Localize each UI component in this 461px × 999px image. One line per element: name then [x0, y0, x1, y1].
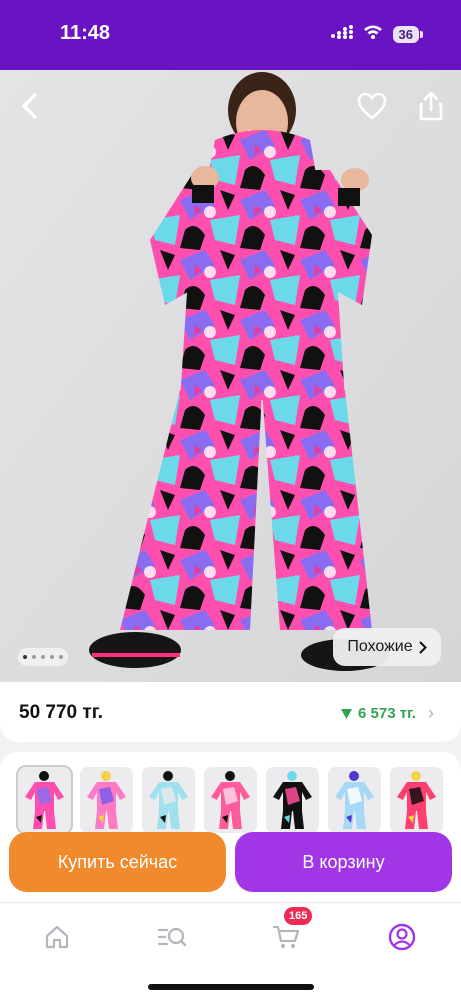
heart-icon — [357, 92, 387, 120]
favorite-button[interactable] — [352, 86, 392, 126]
variant-thumbnail[interactable] — [204, 767, 257, 833]
gallery-pagination — [18, 648, 68, 666]
wifi-icon — [363, 24, 383, 44]
similar-button[interactable]: Похожие — [333, 628, 441, 666]
profile-icon — [388, 923, 416, 951]
variant-thumbnail[interactable] — [266, 767, 319, 833]
product-gallery[interactable]: Похожие — [0, 70, 461, 682]
similar-label: Похожие — [347, 638, 413, 655]
buy-now-button[interactable]: Купить сейчас — [9, 832, 226, 892]
cart-badge: 165 — [284, 907, 313, 925]
search-catalog-icon — [157, 927, 187, 947]
pagination-dot — [59, 655, 63, 659]
tab-home[interactable] — [37, 917, 77, 957]
add-to-cart-button[interactable]: В корзину — [235, 832, 452, 892]
status-time: 11:48 — [60, 22, 111, 44]
status-icons: 36 — [330, 24, 423, 44]
tab-catalog[interactable] — [152, 917, 192, 957]
home-indicator — [148, 984, 314, 990]
discount-amount: 6 573 тг. — [358, 705, 416, 722]
triangle-down-icon — [341, 708, 353, 719]
variant-list — [16, 765, 443, 835]
variant-thumbnail[interactable] — [390, 767, 443, 833]
chevron-right-icon: › — [428, 703, 434, 723]
chevron-right-icon — [419, 641, 427, 653]
variant-thumbnail[interactable] — [16, 765, 73, 835]
signal-icon — [330, 24, 353, 44]
pagination-dot — [23, 655, 27, 659]
battery-tip — [420, 30, 423, 38]
battery-indicator: 36 — [392, 25, 419, 43]
variant-thumbnail[interactable] — [328, 767, 381, 833]
back-icon — [22, 93, 37, 119]
share-button[interactable] — [411, 86, 451, 126]
back-button[interactable] — [10, 86, 50, 126]
product-price: 50 770 тг. — [19, 702, 103, 723]
product-screen: 11:48 36 Похожие 50 770 тг. 6 573 тг. › … — [0, 0, 461, 999]
discount-info[interactable]: 6 573 тг. › — [341, 703, 434, 724]
pagination-dot — [32, 655, 36, 659]
pagination-dot — [50, 655, 54, 659]
price-card: 50 770 тг. 6 573 тг. › — [0, 682, 461, 742]
tab-profile[interactable] — [382, 917, 422, 957]
share-icon — [419, 91, 443, 121]
variant-thumbnail[interactable] — [80, 767, 133, 833]
variant-thumbnail[interactable] — [142, 767, 195, 833]
pagination-dot — [41, 655, 45, 659]
cart-icon — [272, 925, 300, 948]
product-photo — [0, 70, 461, 682]
home-icon — [45, 925, 69, 949]
status-bar: 11:48 36 — [0, 0, 461, 70]
